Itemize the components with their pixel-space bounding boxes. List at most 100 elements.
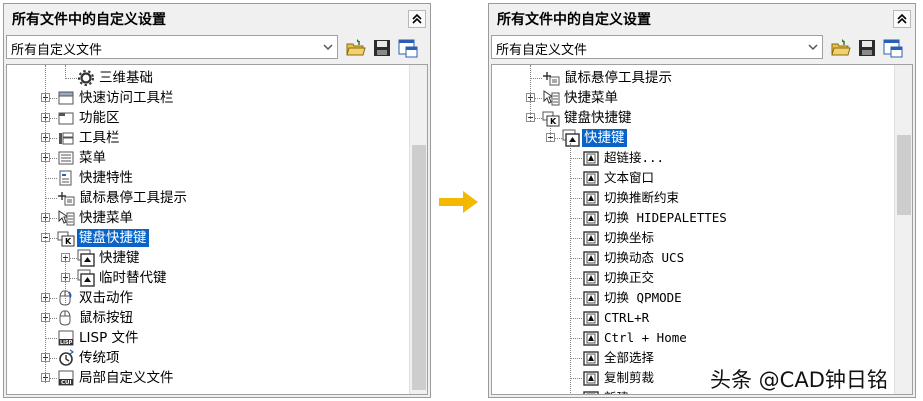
tree-node[interactable]: CUI 局部自定义文件 <box>7 368 409 388</box>
scrollbar-thumb[interactable] <box>897 135 911 215</box>
tree-connector <box>570 198 582 199</box>
tree-node-label: 超链接... <box>604 150 665 165</box>
tree-node[interactable]: 快捷特性 <box>7 168 409 188</box>
tree-node-label: 切换坐标 <box>604 230 655 245</box>
key-item-icon <box>583 231 599 246</box>
shortcut-key-icon <box>77 249 95 267</box>
open-folder-icon <box>346 39 366 56</box>
key-item-icon <box>583 191 599 206</box>
tree-connector <box>570 298 582 299</box>
panel-toolbar: 所有自定义文件 <box>4 32 430 64</box>
open-file-button[interactable] <box>346 38 366 58</box>
tree-node[interactable]: 菜单 <box>7 148 409 168</box>
vertical-scrollbar[interactable] <box>894 65 912 394</box>
tree-node-label: 切换正交 <box>604 270 655 285</box>
tree-node-label: 键盘快捷键 <box>564 110 632 126</box>
tree-node[interactable]: 鼠标悬停工具提示 <box>492 68 894 88</box>
tree-node[interactable]: K 键盘快捷键 <box>492 108 894 128</box>
preview-button[interactable] <box>883 38 903 58</box>
tree-node[interactable]: 切换 QPMODE <box>492 288 894 308</box>
shortcut-key-icon <box>77 269 95 287</box>
tree-node[interactable]: 快捷菜单 <box>7 208 409 228</box>
panel-toolbar: 所有自定义文件 <box>489 32 915 64</box>
preview-window-icon <box>398 39 418 58</box>
tree-node[interactable]: 鼠标按钮 <box>7 308 409 328</box>
customization-file-combo[interactable]: 所有自定义文件 <box>491 35 823 59</box>
tree-guide-line <box>570 143 571 394</box>
arrow-right-icon <box>439 191 478 213</box>
rollover-tooltip-icon <box>543 72 560 86</box>
tree-node-label: 切换推断约束 <box>604 190 680 205</box>
key-item-icon <box>583 311 599 326</box>
tree-node[interactable]: 切换 HIDEPALETTES <box>492 208 894 228</box>
collapse-panel-button[interactable] <box>408 10 426 28</box>
tree-guide-line <box>65 65 66 77</box>
tree-node-label: 鼠标按钮 <box>79 310 133 326</box>
tree-node[interactable]: CTRL+R <box>492 308 894 328</box>
tree-node[interactable]: 鼠标悬停工具提示 <box>7 188 409 208</box>
key-item-icon <box>583 151 599 166</box>
key-item-icon <box>583 171 599 186</box>
tree-node[interactable]: 切换推断约束 <box>492 188 894 208</box>
double-chevron-up-icon <box>897 13 907 24</box>
svg-text:LISP: LISP <box>60 340 73 346</box>
tree-node-label: 快捷菜单 <box>79 210 133 226</box>
mouse-icon <box>59 310 71 326</box>
tree-node-label: 键盘快捷键 <box>77 229 149 247</box>
tree-node[interactable]: 传统项 <box>7 348 409 368</box>
customization-file-combo[interactable]: 所有自定义文件 <box>6 35 338 59</box>
right-customizations-panel: 所有文件中的自定义设置 所有自定义文件 鼠标悬停工具提示快捷菜单 K 键盘快捷键 快捷… <box>488 3 916 398</box>
tree-node[interactable]: 双击动作 <box>7 288 409 308</box>
tree-connector <box>570 338 582 339</box>
collapse-panel-button[interactable] <box>893 10 911 28</box>
tree-node[interactable]: 快速访问工具栏 <box>7 88 409 108</box>
tree-connector <box>570 358 582 359</box>
vertical-scrollbar[interactable] <box>409 65 427 394</box>
tree-node-label: 菜单 <box>79 150 106 166</box>
tree-connector <box>570 378 582 379</box>
shortcut-key-icon <box>562 129 580 147</box>
tree-node-label: 快捷特性 <box>79 170 133 186</box>
tree-node[interactable]: 快捷键 <box>492 128 894 148</box>
chevron-down-icon <box>808 44 818 51</box>
lisp-file-icon: LISP <box>58 330 74 346</box>
tree-node[interactable]: 切换动态 UCS <box>492 248 894 268</box>
tree-node[interactable]: 切换正交 <box>492 268 894 288</box>
tree-node[interactable]: 工具栏 <box>7 128 409 148</box>
tree-node[interactable]: 快捷键 <box>7 248 409 268</box>
tree-connector <box>45 178 57 179</box>
save-button[interactable] <box>857 38 877 58</box>
tree-node[interactable]: 功能区 <box>7 108 409 128</box>
cui-file-icon: CUI <box>58 370 74 386</box>
combo-value: 所有自定义文件 <box>11 43 103 58</box>
panel-title-bar: 所有文件中的自定义设置 <box>4 4 430 32</box>
tree-node-label: 局部自定义文件 <box>79 370 174 386</box>
preview-window-icon <box>883 39 903 58</box>
tree-node[interactable]: 文本窗口 <box>492 168 894 188</box>
watermark: 头条 @CAD钟日铭 <box>710 368 888 392</box>
tree-node-label: 鼠标悬停工具提示 <box>79 190 187 206</box>
tree-node-label: 鼠标悬停工具提示 <box>564 70 672 86</box>
panel-title-bar: 所有文件中的自定义设置 <box>489 4 915 32</box>
legacy-icon <box>59 349 75 366</box>
tree-node-label: 切换 HIDEPALETTES <box>604 210 727 225</box>
scrollbar-thumb[interactable] <box>412 145 426 390</box>
customization-tree: 三维基础 快速访问工具栏 功能区 工具栏菜单快捷特性鼠标悬停工具提示 快捷菜单 K 键盘快捷… <box>6 64 428 395</box>
tree-node[interactable]: 快捷菜单 <box>492 88 894 108</box>
tree-guide-line <box>530 65 531 121</box>
tree-connector <box>45 338 57 339</box>
tree-node[interactable]: 临时替代键 <box>7 268 409 288</box>
tree-node[interactable]: K 键盘快捷键 <box>7 228 409 248</box>
preview-button[interactable] <box>398 38 418 58</box>
save-button[interactable] <box>372 38 392 58</box>
open-folder-icon <box>831 39 851 56</box>
quick-properties-icon <box>59 170 72 186</box>
tree-node[interactable]: Ctrl + Home <box>492 328 894 348</box>
tree-node[interactable]: 超链接... <box>492 148 894 168</box>
left-customizations-panel: 所有文件中的自定义设置 所有自定义文件 三维基础 快速访问工具栏 功能区 工具栏菜单快… <box>3 3 431 398</box>
tree-node[interactable]: LISP LISP 文件 <box>7 328 409 348</box>
tree-node[interactable]: 切换坐标 <box>492 228 894 248</box>
svg-text:CUI: CUI <box>61 380 72 386</box>
tree-node[interactable]: 三维基础 <box>7 68 409 88</box>
open-file-button[interactable] <box>831 38 851 58</box>
